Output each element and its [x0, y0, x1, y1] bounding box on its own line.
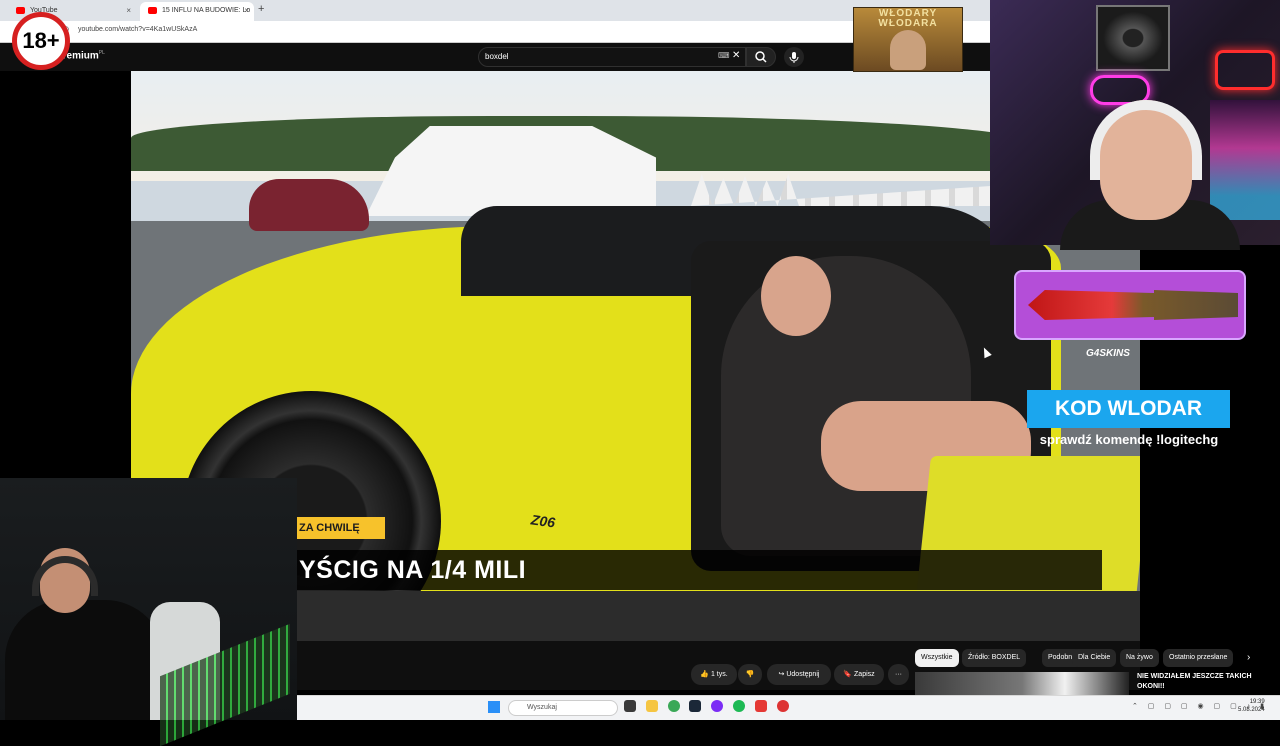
app-icon-target[interactable]: [777, 700, 789, 712]
chip-source[interactable]: Źródło: BOXDEL: [962, 649, 1027, 667]
chip-for-you[interactable]: Dla Ciebie: [1072, 649, 1117, 667]
share-button[interactable]: ↪ Udostępnij: [767, 664, 831, 685]
tab-label: 15 INFLU NA BUDOWIE: Lo: [162, 7, 251, 14]
url-field[interactable]: youtube.com/watch?v=4Ka1wUSkAzA: [78, 26, 197, 33]
overlay-coming-up: ZA CHWILĘ: [297, 517, 385, 539]
promo-code: KOD WLODAR: [1027, 390, 1230, 428]
neon-shelf: [1210, 100, 1280, 220]
video-driver-face: [761, 256, 831, 336]
more-actions-button[interactable]: ···: [888, 664, 909, 685]
search-value: boxdel: [485, 52, 509, 61]
clock-time: 19:39: [1249, 699, 1265, 705]
skin-site-logo: G4SKINS: [1086, 348, 1130, 359]
related-video-title[interactable]: NIE WIDZIAŁEM JESZCZE TAKICH OKONI!!: [1137, 672, 1277, 692]
video-red-car: [249, 179, 369, 231]
windows-start-icon[interactable]: [488, 701, 500, 713]
taskbar-search-input[interactable]: Wyszukaj: [508, 700, 618, 716]
new-tab-button[interactable]: +: [258, 3, 264, 15]
knife-skin-icon: [1028, 290, 1238, 320]
like-button[interactable]: 👍 1 tys.: [691, 664, 737, 685]
chip-live[interactable]: Na żywo: [1120, 649, 1159, 667]
file-explorer-icon[interactable]: [646, 700, 658, 712]
taskbar-clock[interactable]: 19:39 5.08.2024: [1238, 698, 1265, 714]
search-icon: [755, 51, 767, 63]
search-input[interactable]: [478, 47, 746, 67]
clear-search-icon[interactable]: ✕: [732, 50, 740, 61]
vinyl-record-decor: [1096, 5, 1170, 71]
overlay-title: YŚCIG NA 1/4 MILI: [297, 550, 1102, 590]
close-tab-icon[interactable]: ×: [244, 2, 249, 19]
chrome-icon[interactable]: [668, 700, 680, 712]
microphone-icon: [789, 52, 799, 63]
clock-date: 5.08.2024: [1238, 707, 1265, 713]
dislike-button[interactable]: 👎: [738, 664, 762, 685]
car-badge: Z06: [530, 511, 557, 531]
close-tab-icon[interactable]: ×: [126, 2, 131, 19]
related-video-thumbnail[interactable]: [915, 672, 1129, 696]
age-rating-badge: 18+: [12, 12, 70, 70]
search-button[interactable]: [746, 47, 776, 67]
poster-text: WŁODARY WŁODARA: [878, 8, 938, 29]
tab-current-video[interactable]: 15 INFLU NA BUDOWIE: Lo ×: [140, 2, 254, 21]
app-icon-red[interactable]: [755, 700, 767, 712]
voice-search-button[interactable]: [784, 47, 804, 67]
logo-region: PL: [98, 50, 105, 56]
spotify-icon[interactable]: [733, 700, 745, 712]
twitch-icon[interactable]: [711, 700, 723, 712]
task-view-icon[interactable]: [624, 700, 636, 712]
chip-recent[interactable]: Ostatnio przesłane: [1163, 649, 1234, 667]
steam-icon[interactable]: [689, 700, 701, 712]
poster-figure: [890, 30, 926, 70]
youtube-favicon-icon: [148, 7, 157, 14]
chip-all[interactable]: Wszystkie: [915, 649, 959, 667]
keyboard-icon[interactable]: ⌨: [718, 51, 730, 60]
guest-body: [5, 600, 165, 720]
youtube-favicon-icon: [16, 7, 25, 14]
save-button[interactable]: 🔖 Zapisz: [834, 664, 884, 685]
chevron-right-icon[interactable]: ›: [1247, 652, 1250, 663]
promo-subtitle: sprawdź komendę !logitechg: [1039, 432, 1219, 447]
neon-sign-red: [1215, 50, 1275, 90]
